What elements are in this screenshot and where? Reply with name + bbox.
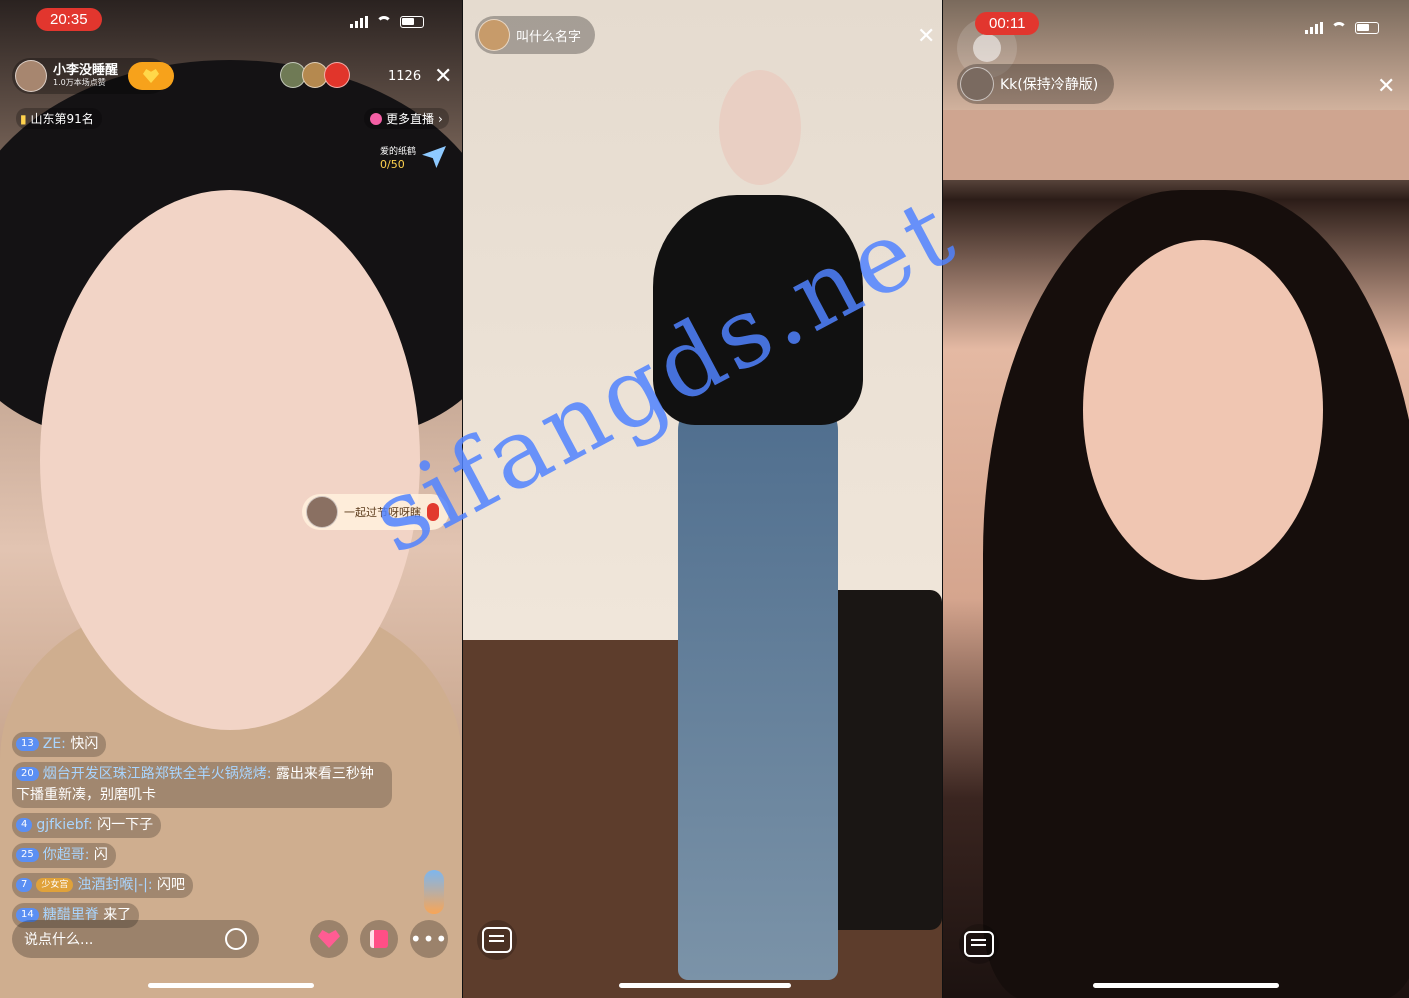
bar-chart-icon: ▮	[20, 112, 27, 126]
host-avatar[interactable]	[15, 60, 47, 92]
close-icon[interactable]: ✕	[1377, 76, 1395, 98]
gift-animation-icon	[424, 870, 444, 914]
more-dots-icon: •••	[409, 927, 449, 951]
caption-icon	[482, 927, 512, 953]
host-avatar[interactable]	[478, 19, 510, 51]
chevron-right-icon: ›	[438, 111, 443, 126]
caption-button[interactable]	[477, 920, 517, 960]
streamer-face	[40, 190, 420, 730]
battery-icon	[400, 16, 424, 28]
home-indicator[interactable]	[148, 983, 314, 988]
banner-avatar	[306, 496, 338, 528]
floating-banner[interactable]: 一起过节呀呀瞎	[302, 494, 449, 530]
live-stream-panel-1: 20:35 小李没睡醒 1.0万本场点赞 1126 ✕ ▮ 山东第91名 更多直…	[0, 0, 462, 998]
signal-icon	[1305, 22, 1323, 34]
live-dot-icon	[370, 112, 382, 125]
banner-text: 一起过节呀呀瞎	[344, 506, 421, 519]
live-stream-panel-2: 叫什么名字 ✕	[463, 0, 942, 998]
streamer-top	[653, 195, 863, 425]
room-ceiling	[943, 110, 1409, 180]
crane-task-label: 爱的纸鹤	[380, 147, 417, 157]
chat-username[interactable]: 浊酒封喉|-|:	[77, 877, 152, 893]
status-icons	[350, 16, 424, 28]
streamer-head	[719, 70, 801, 185]
status-time: 00:11	[975, 12, 1040, 35]
chat-username[interactable]: 你超哥:	[43, 847, 90, 863]
host-likes: 1.0万本场点赞	[53, 77, 106, 87]
status-time: 20:35	[36, 8, 102, 31]
level-badge: 7	[16, 878, 33, 892]
battery-icon	[1355, 22, 1379, 34]
signal-icon	[350, 16, 368, 28]
status-bar: 20:35	[0, 8, 462, 34]
streamer-jeans	[678, 400, 838, 980]
chat-list: 13 ZE: 快闪 20 烟台开发区珠江路郑铁全羊火锅烧烤: 露出来看三秒钟下播重新…	[12, 732, 392, 933]
chat-username[interactable]: 烟台开发区珠江路郑铁全羊火锅烧烤:	[43, 766, 272, 782]
more-live-button[interactable]: 更多直播 ›	[364, 108, 449, 129]
live-stream-panel-3: 00:11 Kk(保持冷静版) ✕	[943, 0, 1409, 998]
close-icon[interactable]: ✕	[434, 66, 452, 88]
host-name: 小李没睡醒	[53, 63, 119, 79]
host-info[interactable]: Kk(保持冷静版)	[957, 64, 1115, 104]
chat-message[interactable]: 7 少女宫 浊酒封喉|-|: 闪吧	[12, 873, 194, 898]
level-badge: 13	[16, 737, 39, 751]
viewer-count[interactable]: 1126	[388, 69, 421, 84]
chat-text: 闪吧	[157, 877, 186, 893]
chat-message[interactable]: 4 gjfkiebf: 闪一下子	[12, 813, 162, 838]
gift-icon	[370, 930, 388, 948]
like-button[interactable]	[310, 920, 348, 958]
close-icon[interactable]: ✕	[917, 26, 935, 48]
heart-icon	[318, 930, 340, 948]
chat-message[interactable]: 13 ZE: 快闪	[12, 732, 107, 757]
host-avatar[interactable]	[960, 67, 994, 101]
more-live-label: 更多直播	[386, 112, 435, 126]
caption-icon	[964, 931, 994, 957]
host-name: Kk(保持冷静版)	[1000, 77, 1099, 93]
comment-placeholder: 说点什么...	[24, 932, 94, 948]
home-indicator[interactable]	[1093, 983, 1279, 988]
chat-text: 闪一下子	[97, 817, 154, 833]
lantern-icon	[427, 503, 439, 521]
level-badge: 25	[16, 848, 39, 862]
streamer-face	[1083, 240, 1323, 580]
level-badge: 4	[16, 818, 33, 832]
viewer-avatar[interactable]	[324, 62, 350, 88]
rank-text: 山东第91名	[30, 112, 94, 126]
comment-input[interactable]: 说点什么...	[12, 920, 259, 958]
chat-text: 快闪	[70, 736, 99, 752]
wifi-icon	[1331, 22, 1347, 34]
wifi-icon	[376, 16, 392, 28]
heart-icon	[143, 69, 159, 83]
chat-message[interactable]: 20 烟台开发区珠江路郑铁全羊火锅烧烤: 露出来看三秒钟下播重新凑，别磨叽卡	[12, 762, 392, 808]
top-viewers[interactable]	[280, 62, 350, 88]
follow-button[interactable]	[128, 62, 174, 90]
host-name: 叫什么名字	[516, 29, 582, 45]
status-icons	[1305, 22, 1379, 34]
fan-tag: 少女宫	[36, 878, 74, 892]
status-bar: 00:11	[943, 10, 1409, 35]
more-button[interactable]: •••	[410, 920, 448, 958]
home-indicator[interactable]	[619, 983, 791, 988]
chat-text: 闪	[93, 847, 108, 863]
emoji-icon[interactable]	[225, 928, 247, 950]
crane-task-count: 0/50	[380, 158, 405, 171]
chat-username[interactable]: ZE:	[43, 736, 66, 752]
level-badge: 20	[16, 767, 39, 781]
gift-button[interactable]	[360, 920, 398, 958]
chat-message[interactable]: 25 你超哥: 闪	[12, 843, 116, 868]
rank-badge[interactable]: ▮ 山东第91名	[16, 108, 102, 129]
host-info[interactable]: 叫什么名字	[475, 16, 596, 54]
chat-username[interactable]: gjfkiebf:	[36, 817, 92, 833]
caption-button[interactable]	[959, 924, 999, 964]
